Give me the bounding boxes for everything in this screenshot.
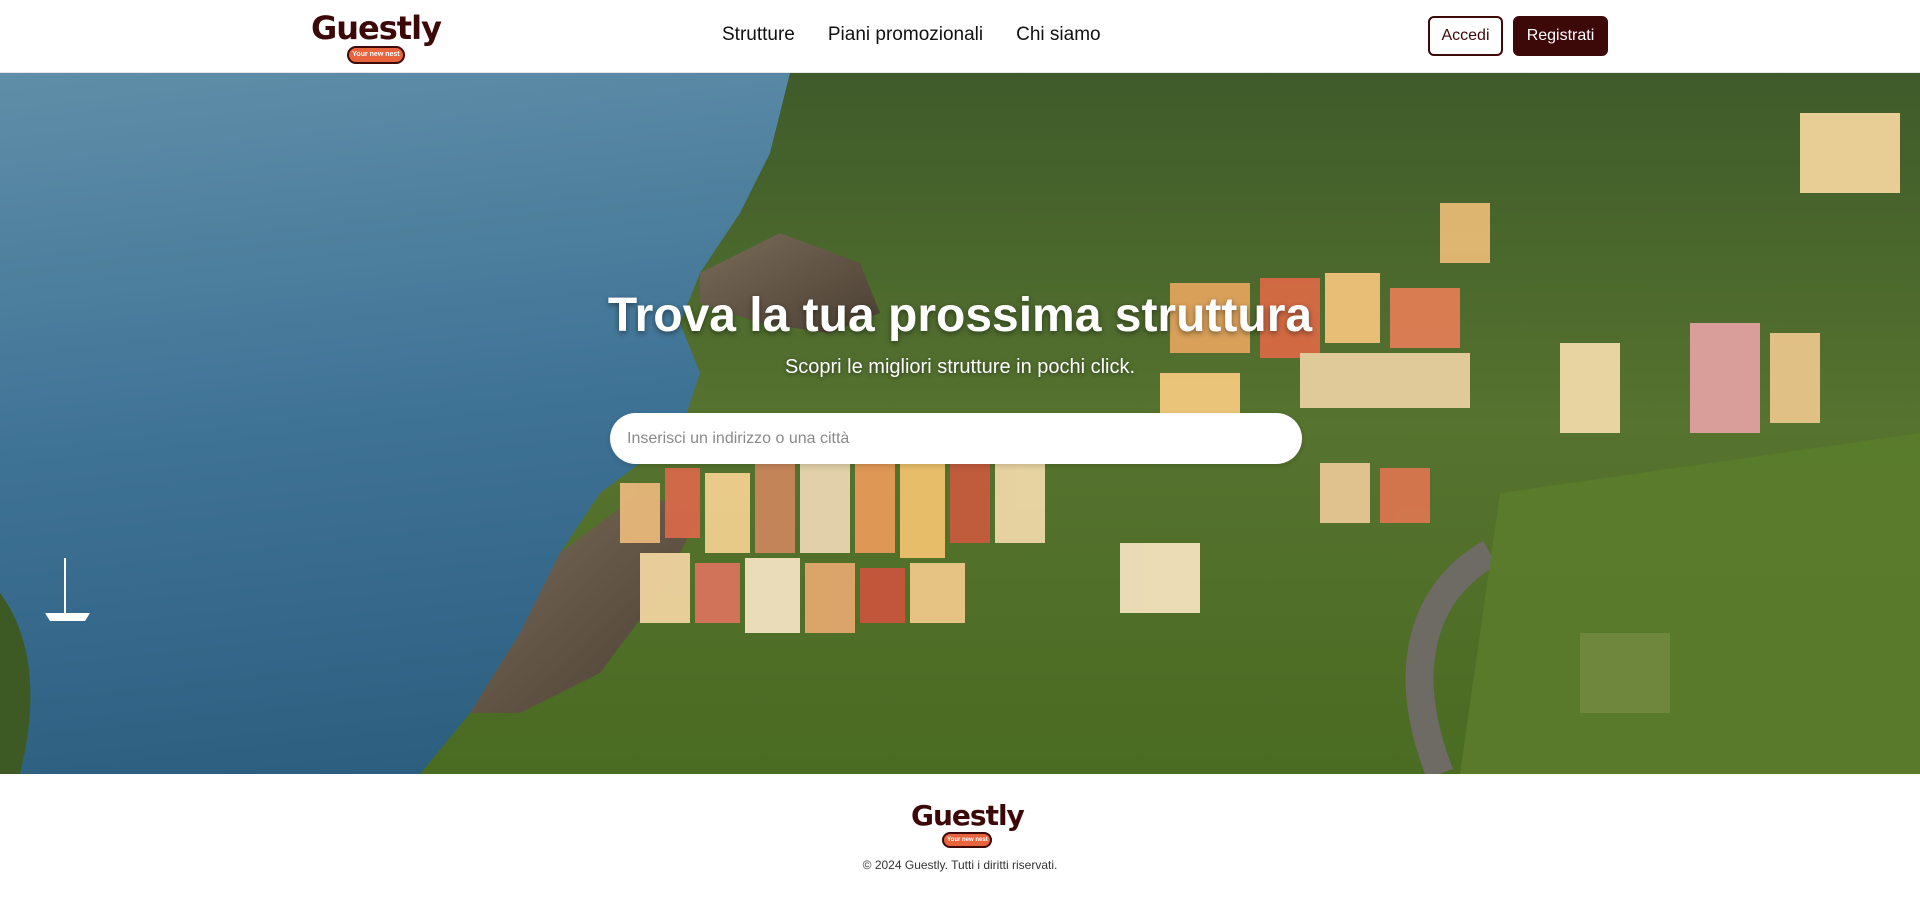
top-navigation-bar: Guestly Your new nest Strutture Piani pr… <box>0 0 1920 73</box>
footer-logo-tagline-badge: Your new nest <box>942 832 993 848</box>
copyright-text: © 2024 Guestly. Tutti i diritti riservat… <box>862 858 1058 872</box>
hero-subtitle: Scopri le migliori strutture in pochi cl… <box>784 356 1136 378</box>
footer: Guestly Your new nest © 2024 Guestly. Tu… <box>0 774 1920 911</box>
nav-link-piani-promozionali[interactable]: Piani promozionali <box>828 24 983 46</box>
login-button[interactable]: Accedi <box>1428 16 1503 56</box>
footer-logo-wordmark: Guestly <box>911 799 1025 832</box>
hero-title: Trova la tua prossima struttura <box>607 289 1313 342</box>
footer-guestly-logo[interactable]: Guestly Your new nest <box>911 799 1025 848</box>
main-nav: Strutture Piani promozionali Chi siamo <box>722 24 1101 46</box>
register-button[interactable]: Registrati <box>1513 16 1608 56</box>
guestly-logo[interactable]: Guestly Your new nest <box>311 9 442 64</box>
nav-link-chi-siamo[interactable]: Chi siamo <box>1016 24 1100 46</box>
nav-link-strutture[interactable]: Strutture <box>722 24 795 46</box>
logo-tagline-badge: Your new nest <box>346 46 405 64</box>
hero-section: Trova la tua prossima struttura Scopri l… <box>0 73 1920 774</box>
logo-wordmark: Guestly <box>311 9 442 47</box>
address-search-input[interactable] <box>610 413 1302 464</box>
